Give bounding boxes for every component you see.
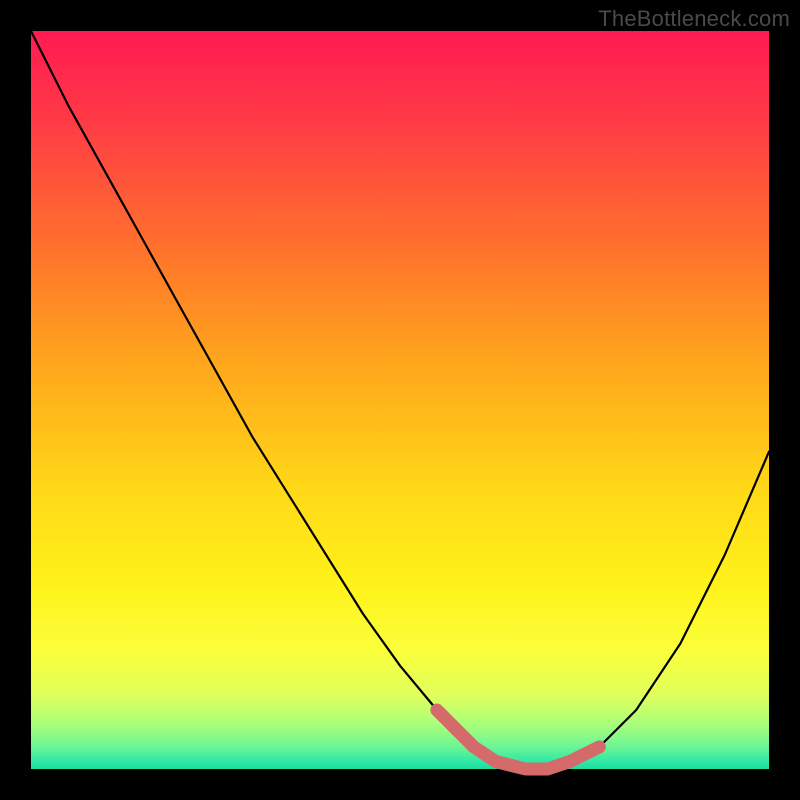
plot-area (31, 31, 769, 769)
chart-frame: TheBottleneck.com (0, 0, 800, 800)
watermark-label: TheBottleneck.com (598, 6, 790, 32)
bottleneck-curve (31, 31, 769, 769)
